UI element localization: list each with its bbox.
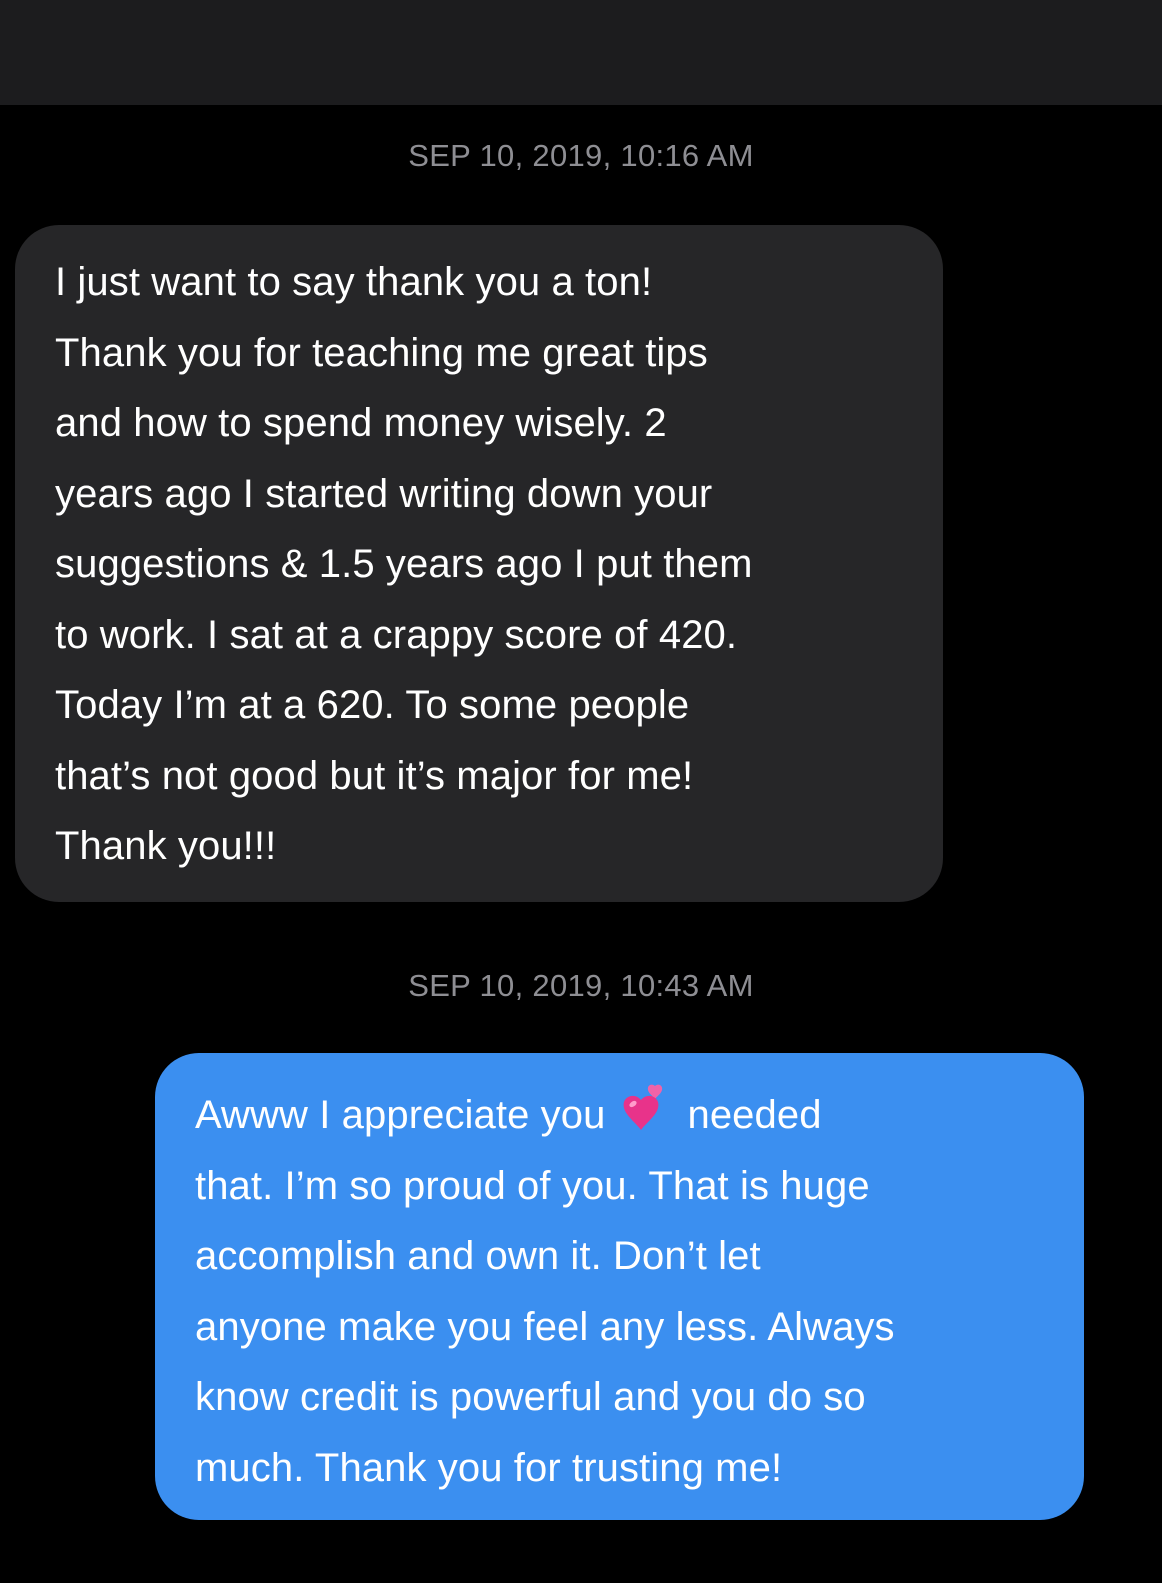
message-line: that. I’m so proud of you. That is huge — [195, 1163, 870, 1208]
message-timestamp: SEP 10, 2019, 10:16 AM — [408, 138, 754, 173]
message-line: I just want to say thank you a ton! — [55, 260, 653, 304]
message-line: Awww I appreciate you needed — [195, 1080, 1064, 1151]
message-line: know credit is powerful and you do so — [195, 1375, 866, 1419]
message-line: years ago I started writing down your — [55, 471, 713, 516]
message-line: accomplish and own it. Don’t let — [195, 1234, 761, 1278]
message-line: anyone make you feel any less. Always — [195, 1304, 895, 1349]
two-hearts-icon — [615, 1084, 673, 1134]
message-line: much. Thank you for trusting me! — [195, 1445, 783, 1490]
message-line: Today I’m at a 620. To some people — [55, 683, 690, 727]
message-text: Awww I appreciate you — [195, 1093, 606, 1137]
message-line: suggestions & 1.5 years ago I put them — [55, 542, 753, 586]
top-bar — [0, 0, 1162, 105]
message-line: Thank you for teaching me great tips — [55, 330, 708, 375]
message-line: and how to spend money wisely. 2 — [55, 401, 667, 445]
incoming-message-bubble[interactable]: I just want to say thank you a ton! Than… — [15, 225, 943, 902]
message-line: to work. I sat at a crappy score of 420. — [55, 612, 738, 657]
outgoing-message-bubble[interactable]: Awww I appreciate you needed that. I’m so… — [155, 1053, 1084, 1520]
message-text: needed — [687, 1093, 822, 1137]
message-line: that’s not good but it’s major for me! — [55, 753, 694, 798]
message-line: Thank you!!! — [55, 824, 277, 868]
message-timestamp: SEP 10, 2019, 10:43 AM — [408, 968, 754, 1003]
